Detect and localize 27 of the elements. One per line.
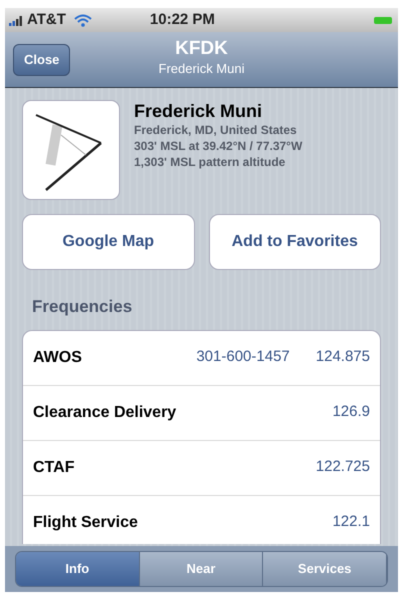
elevation-text: 303' MSL at 39.42°N / 77.37°W: [134, 138, 302, 154]
carrier-label: AT&T: [27, 10, 66, 30]
frequency-value: 124.875: [316, 347, 370, 368]
action-button[interactable]: Add to Favorites: [208, 214, 381, 270]
airport-name: Frederick Muni: [134, 100, 264, 122]
frequency-value: 122.725: [316, 457, 370, 478]
segment-tab[interactable]: Services: [263, 552, 387, 586]
time-label: 10:22 PM: [150, 10, 215, 30]
frequency-name: CTAF: [33, 458, 74, 478]
segment-tab[interactable]: Info: [16, 552, 140, 586]
nav-title: KFDK: [175, 38, 228, 60]
frequency-name: AWOS: [33, 348, 82, 368]
signal-icon: [9, 14, 25, 26]
segment-tab[interactable]: Near: [140, 552, 264, 586]
phone-number[interactable]: 301-600-1457: [196, 346, 290, 369]
close-button[interactable]: Close: [13, 44, 70, 76]
nav-subtitle: Frederick Muni: [158, 60, 244, 77]
frequency-name: Clearance Delivery: [33, 402, 176, 422]
wifi-icon: [74, 14, 92, 26]
pattern-altitude-text: 1,303' MSL pattern altitude: [134, 154, 286, 170]
location-text: Frederick, MD, United States: [134, 122, 298, 138]
action-button[interactable]: Google Map: [22, 214, 194, 270]
frequency-value: 122.1: [332, 512, 370, 532]
battery-icon: [374, 16, 392, 24]
frequency-name: Flight Service: [33, 512, 138, 532]
section-title: Frequencies: [32, 296, 134, 318]
frequency-value: 126.9: [332, 402, 370, 422]
